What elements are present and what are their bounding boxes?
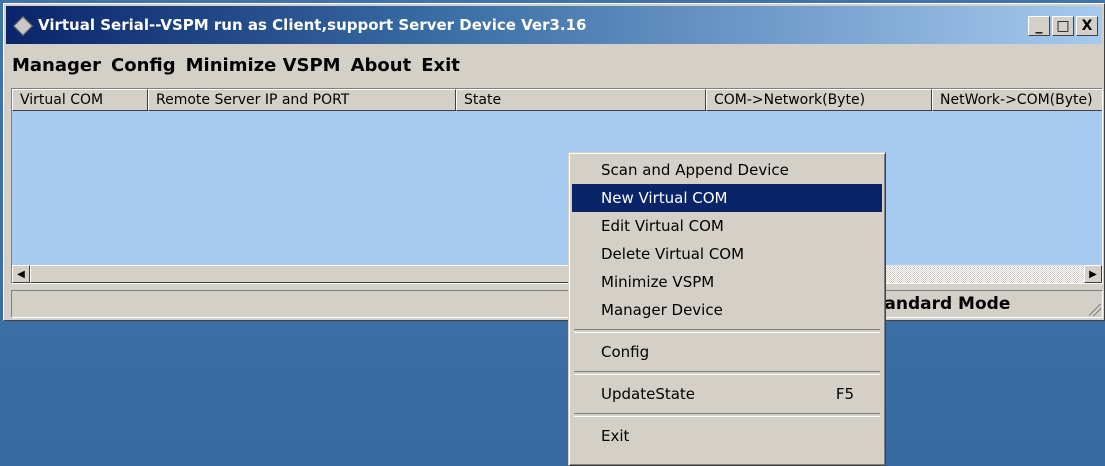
menu-exit[interactable]: Exit [416,55,465,76]
menu-item-edit-virtual-com[interactable]: Edit Virtual COM [572,212,882,240]
column-header-com-to-network[interactable]: COM->Network(Byte) [706,89,932,111]
menu-separator [572,366,882,380]
menu-item-new-virtual-com[interactable]: New Virtual COM [572,184,882,212]
menu-item-minimize-vspm[interactable]: Minimize VSPM [572,268,882,296]
menu-item-scan-append-device[interactable]: Scan and Append Device [572,156,882,184]
main-window: Virtual Serial--VSPM run as Client,suppo… [3,3,1105,321]
menu-item-update-state[interactable]: UpdateState F5 [572,380,882,408]
menu-item-manager-device[interactable]: Manager Device [572,296,882,324]
arrow-right-icon[interactable]: ▶ [1084,265,1102,283]
menu-item-label: Exit [601,427,630,445]
menu-item-label: UpdateState [601,385,696,403]
menu-item-delete-virtual-com[interactable]: Delete Virtual COM [572,240,882,268]
window-controls: _ □ X [1028,16,1098,36]
menu-item-config[interactable]: Config [572,338,882,366]
virtual-com-list[interactable]: Virtual COM Remote Server IP and PORT St… [11,88,1103,284]
close-button[interactable]: X [1076,16,1098,36]
menu-about[interactable]: About [346,55,417,76]
menu-item-label: Config [601,343,650,361]
column-header-remote-server[interactable]: Remote Server IP and PORT [148,89,456,111]
list-header: Virtual COM Remote Server IP and PORT St… [12,89,1102,111]
scroll-thumb[interactable] [30,265,650,283]
menu-item-label: Manager Device [601,301,723,319]
menu-bar: Manager Config Minimize VSPM About Exit [6,50,1102,80]
column-header-state[interactable]: State [456,89,706,111]
menu-manager[interactable]: Manager [6,55,106,76]
column-header-network-to-com[interactable]: NetWork->COM(Byte) [932,89,1102,111]
menu-item-exit[interactable]: Exit [572,422,882,450]
minimize-button[interactable]: _ [1028,16,1050,36]
window-title: Virtual Serial--VSPM run as Client,suppo… [38,16,587,34]
menu-separator [572,408,882,422]
status-mode: Standard Mode [857,290,1103,318]
arrow-left-icon[interactable]: ◀ [12,265,30,283]
diamond-app-icon[interactable] [14,18,32,32]
menu-item-label: Scan and Append Device [601,161,789,179]
status-bar: Standard Mode [11,290,1103,318]
resize-grip-icon[interactable] [1089,304,1101,316]
horizontal-scrollbar[interactable]: ◀ ▶ [12,265,1102,283]
title-bar[interactable]: Virtual Serial--VSPM run as Client,suppo… [6,6,1102,44]
context-menu: Scan and Append Device New Virtual COM E… [568,152,886,466]
column-header-virtual-com[interactable]: Virtual COM [12,89,148,111]
menu-item-label: Minimize VSPM [601,273,715,291]
maximize-button[interactable]: □ [1052,16,1074,36]
menu-item-label: Delete Virtual COM [601,245,745,263]
menu-item-label: Edit Virtual COM [601,217,724,235]
menu-item-label: New Virtual COM [601,189,728,207]
menu-item-shortcut: F5 [835,385,854,403]
menu-config[interactable]: Config [106,55,181,76]
menu-separator [572,324,882,338]
menu-minimize-vspm[interactable]: Minimize VSPM [181,55,346,76]
